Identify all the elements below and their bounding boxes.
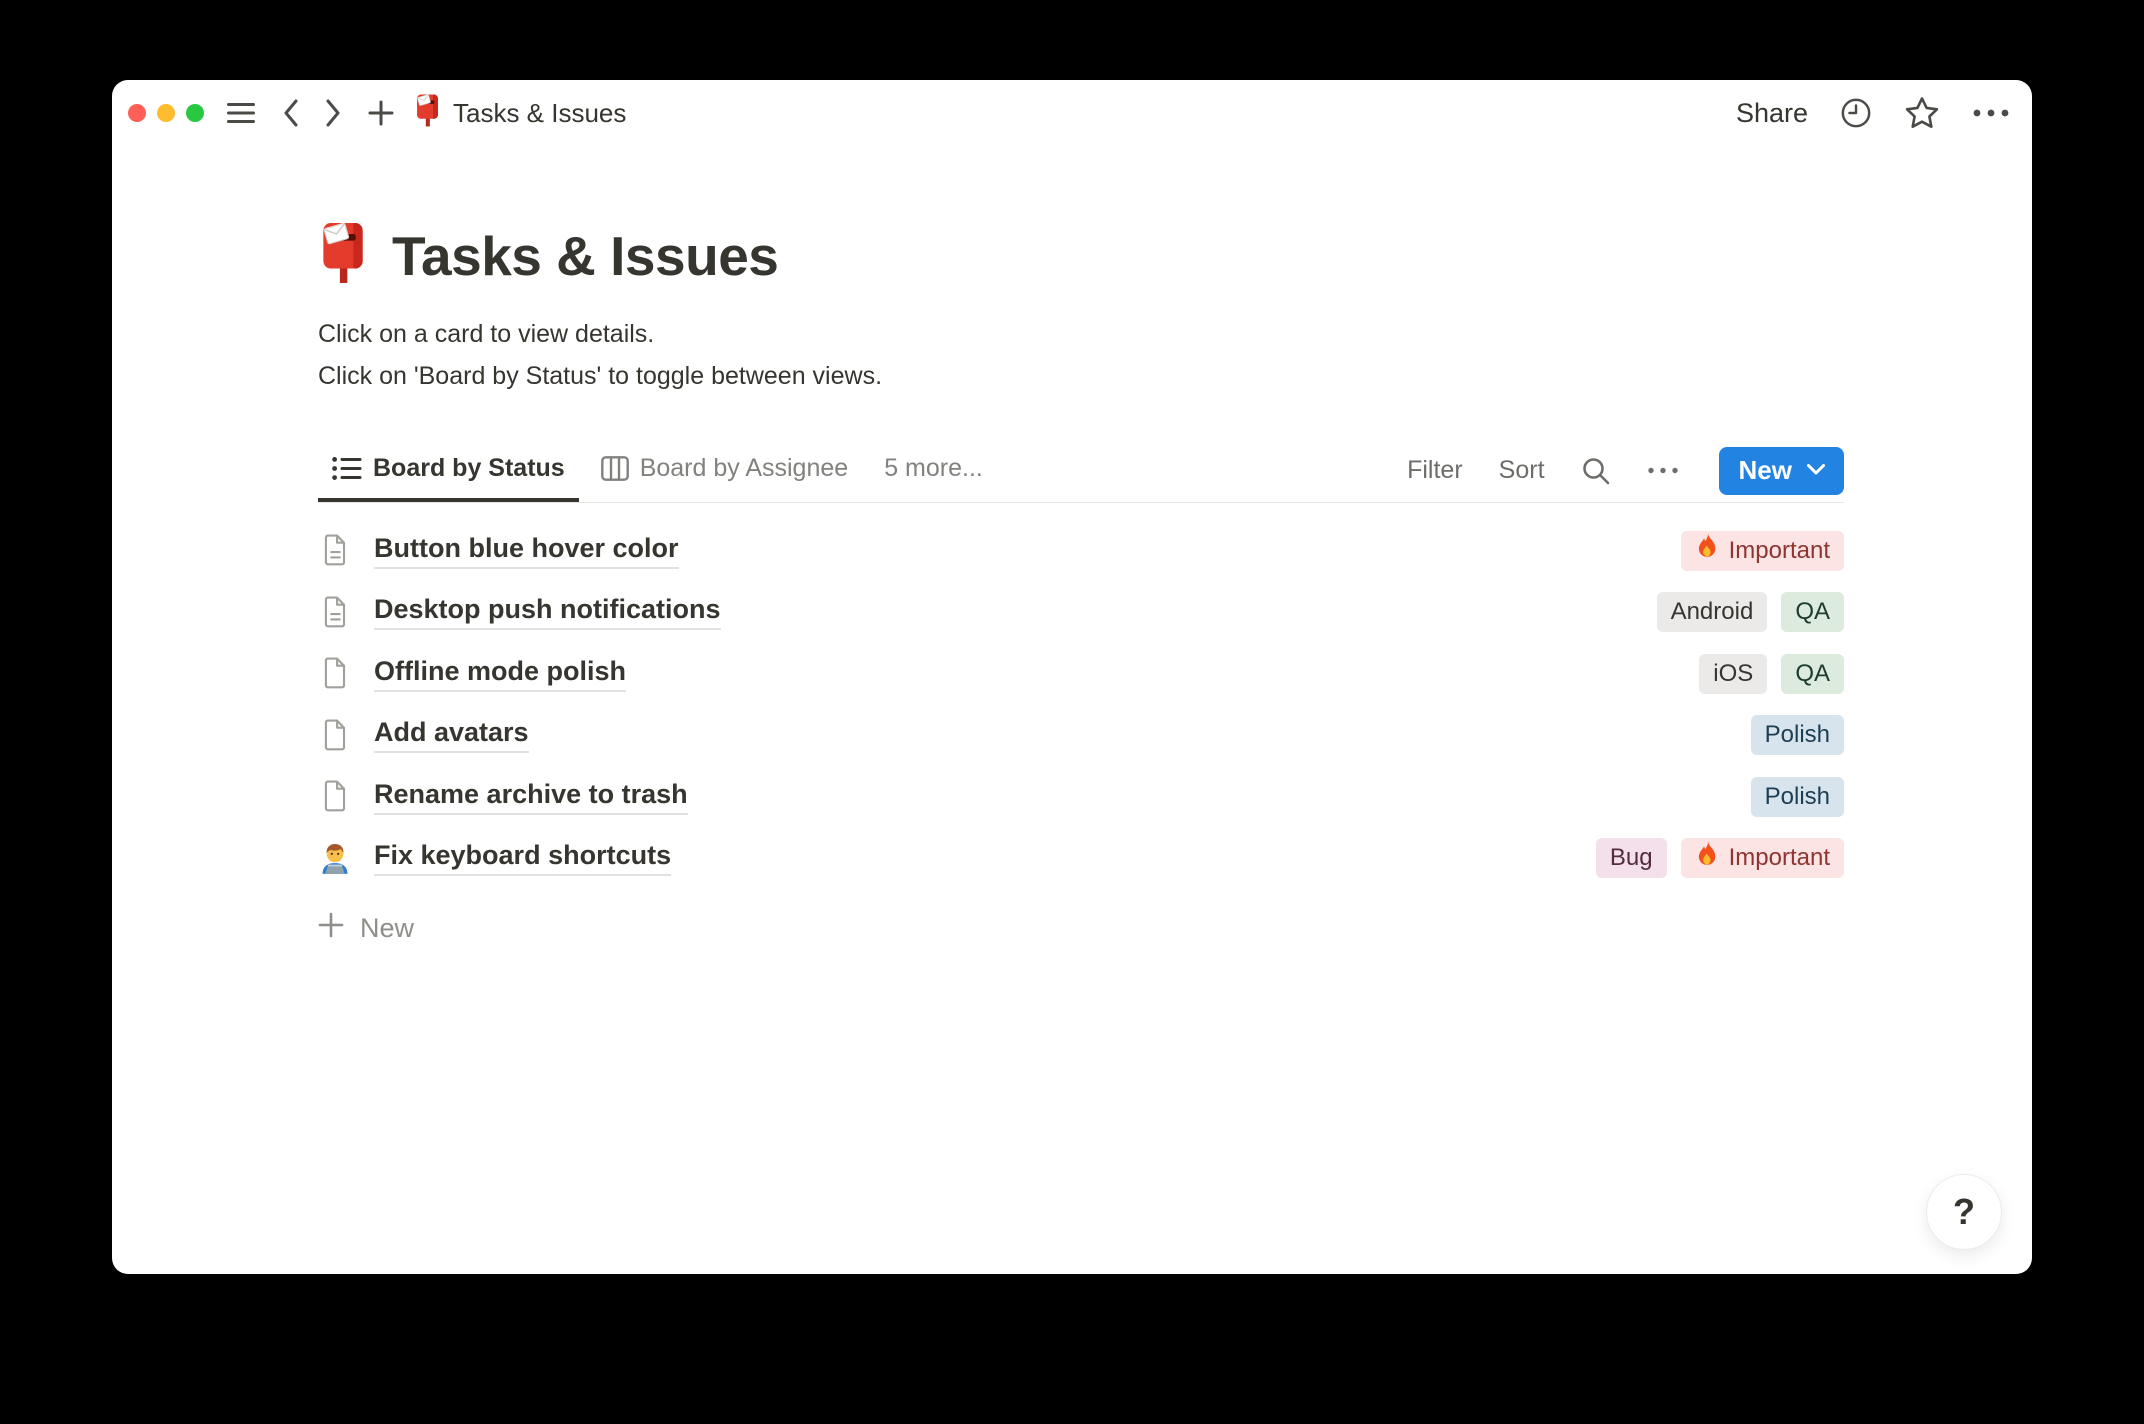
tab-board-by-status[interactable]: Board by Status bbox=[318, 439, 579, 502]
page-content: Tasks & Issues Click on a card to view d… bbox=[318, 222, 1844, 953]
search-icon[interactable] bbox=[1581, 456, 1611, 486]
add-new-item-button[interactable]: New bbox=[318, 903, 1844, 953]
tag-qa: QA bbox=[1781, 653, 1844, 694]
close-window-button[interactable] bbox=[128, 104, 146, 122]
new-tab-plus-icon[interactable] bbox=[368, 100, 394, 126]
view-options-icon[interactable] bbox=[1647, 467, 1679, 474]
new-button-label: New bbox=[1738, 455, 1792, 485]
page-text-icon bbox=[318, 596, 352, 629]
item-title: Add avatars bbox=[374, 717, 529, 754]
list-item[interactable]: Button blue hover color Important bbox=[318, 520, 1844, 582]
favorite-star-icon[interactable] bbox=[1904, 96, 1940, 130]
item-title: Rename archive to trash bbox=[374, 779, 688, 815]
new-button[interactable]: New bbox=[1718, 446, 1844, 495]
tab-board-by-assignee[interactable]: Board by Assignee bbox=[587, 439, 862, 502]
help-button[interactable]: ? bbox=[1926, 1174, 2002, 1250]
item-list: Button blue hover color Important Deskto… bbox=[318, 520, 1844, 953]
page-blank-icon bbox=[318, 780, 352, 813]
sidebar-menu-icon[interactable] bbox=[226, 101, 256, 125]
page-text-icon bbox=[318, 534, 352, 567]
list-item[interactable]: Rename archive to trash Polish bbox=[318, 766, 1844, 828]
notion-window: Tasks & Issues Share Tasks & Issues Clic… bbox=[112, 80, 2032, 1274]
board-view-icon bbox=[600, 456, 629, 481]
tag-important: Important bbox=[1680, 838, 1844, 879]
window-title: Tasks & Issues bbox=[453, 97, 627, 128]
tab-label: Board by Status bbox=[373, 454, 565, 482]
item-title: Button blue hover color bbox=[374, 533, 679, 569]
tab-more-views[interactable]: 5 more... bbox=[870, 439, 997, 502]
page-title: Tasks & Issues bbox=[392, 224, 779, 287]
list-item[interactable]: Add avatars Polish bbox=[318, 705, 1844, 767]
tab-label: 5 more... bbox=[884, 454, 983, 482]
history-clock-icon[interactable] bbox=[1840, 97, 1872, 129]
postbox-icon bbox=[414, 94, 441, 132]
chevron-down-icon bbox=[1806, 463, 1826, 479]
item-title: Offline mode polish bbox=[374, 656, 627, 692]
sort-button[interactable]: Sort bbox=[1499, 456, 1545, 485]
back-icon[interactable] bbox=[282, 99, 299, 127]
view-tabs: Board by Status Board by Assignee 5 more… bbox=[318, 439, 997, 502]
more-options-icon[interactable] bbox=[1972, 109, 2010, 117]
tag-polish: Polish bbox=[1750, 776, 1844, 817]
tag-ios: iOS bbox=[1699, 653, 1768, 694]
forward-icon[interactable] bbox=[325, 99, 342, 127]
page-description-line: Click on a card to view details. bbox=[318, 320, 655, 348]
desktop-background: Tasks & Issues Share Tasks & Issues Clic… bbox=[0, 0, 2144, 1424]
tab-label: Board by Assignee bbox=[639, 454, 849, 482]
page-blank-icon bbox=[318, 719, 352, 752]
filter-button[interactable]: Filter bbox=[1407, 456, 1463, 485]
list-view-icon bbox=[332, 456, 362, 481]
traffic-lights bbox=[128, 104, 204, 122]
page-description-line: Click on 'Board by Status' to toggle bet… bbox=[318, 362, 883, 390]
database-toolbar: Filter Sort New bbox=[1407, 446, 1844, 495]
tag-important: Important bbox=[1680, 530, 1844, 571]
window-titlebar: Tasks & Issues Share bbox=[112, 80, 2032, 146]
item-title: Desktop push notifications bbox=[374, 594, 721, 631]
share-button[interactable]: Share bbox=[1736, 98, 1808, 129]
tag-bug: Bug bbox=[1595, 838, 1667, 879]
window-title-breadcrumb[interactable]: Tasks & Issues bbox=[414, 94, 626, 132]
fullscreen-window-button[interactable] bbox=[186, 104, 204, 122]
postbox-icon bbox=[318, 222, 368, 289]
tag-polish: Polish bbox=[1750, 715, 1844, 756]
add-new-item-label: New bbox=[360, 912, 415, 943]
tag-qa: QA bbox=[1781, 592, 1844, 633]
plus-icon bbox=[318, 912, 344, 945]
tag-android: Android bbox=[1656, 592, 1768, 633]
page-blank-icon bbox=[318, 657, 352, 690]
list-item[interactable]: Offline mode polish iOS QA bbox=[318, 643, 1844, 705]
views-toolbar-row: Board by Status Board by Assignee 5 more… bbox=[318, 439, 1844, 503]
fire-icon bbox=[1695, 533, 1720, 568]
fire-icon bbox=[1695, 841, 1720, 876]
list-item[interactable]: Desktop push notifications Android QA bbox=[318, 582, 1844, 644]
list-item[interactable]: Fix keyboard shortcuts Bug Important bbox=[318, 828, 1844, 890]
minimize-window-button[interactable] bbox=[157, 104, 175, 122]
item-title: Fix keyboard shortcuts bbox=[374, 840, 672, 877]
technologist-emoji-icon bbox=[318, 841, 352, 875]
